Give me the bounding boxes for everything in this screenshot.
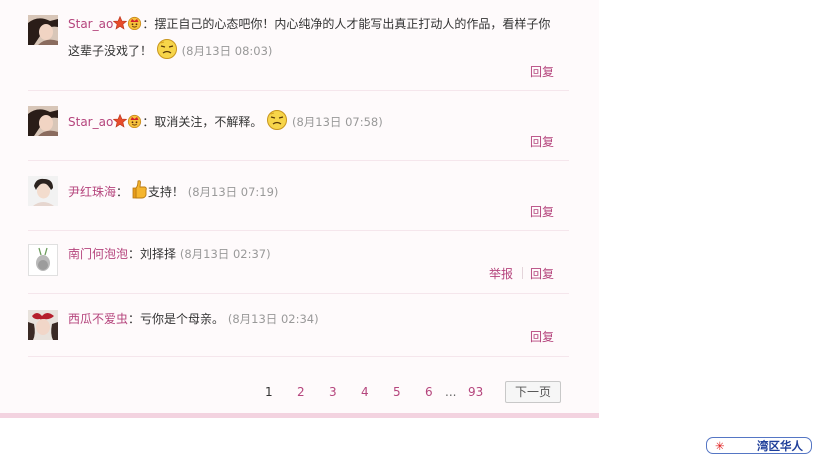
- asterisk-icon: ✳: [715, 439, 725, 453]
- page-link[interactable]: 3: [329, 385, 337, 399]
- comment-text-continued: 这辈子没戏了！: [68, 44, 153, 58]
- page-link[interactable]: 6: [425, 385, 433, 399]
- comment-body: 西瓜不爱虫：亏你是个母亲。 (8月13日 02:34): [68, 307, 558, 331]
- page-link-last[interactable]: 93: [468, 385, 483, 399]
- page-link[interactable]: 2: [297, 385, 305, 399]
- panel-bottom-border: [0, 413, 599, 418]
- reply-link[interactable]: 回复: [530, 265, 554, 282]
- page-link[interactable]: 5: [393, 385, 401, 399]
- star-badge-icon: [113, 14, 128, 38]
- username-link[interactable]: 西瓜不爱虫: [68, 312, 128, 326]
- page-link[interactable]: 4: [361, 385, 369, 399]
- crown-badge-icon: [127, 112, 142, 136]
- comment-time: (8月13日 02:37): [179, 247, 271, 261]
- avatar[interactable]: [28, 310, 58, 340]
- link-divider: [522, 267, 523, 279]
- username-link[interactable]: 南门何泡泡: [68, 247, 128, 261]
- comment-item: 西瓜不爱虫：亏你是个母亲。 (8月13日 02:34) 回复: [28, 308, 569, 357]
- comment-body: Star_ao ：取消关注，不解释。 (8月13日 07:58): [68, 109, 558, 139]
- comment-text: ：亏你是个母亲。: [128, 312, 225, 326]
- comment-text: ：刘择择: [128, 247, 177, 261]
- reply-link[interactable]: 回复: [530, 133, 554, 150]
- comment-item: 尹红珠海： 支持！ (8月13日 07:19) 回复: [28, 174, 569, 231]
- comment-time: (8月13日 02:34): [227, 312, 319, 326]
- comment-body: 尹红珠海： 支持！ (8月13日 07:19): [68, 179, 558, 209]
- pagination-ellipsis: ...: [445, 385, 457, 399]
- crown-badge-icon: [127, 14, 142, 38]
- thumbs-up-icon: [132, 179, 148, 209]
- comment-time: (8月13日 07:58): [291, 115, 383, 129]
- username-link[interactable]: Star_ao: [68, 17, 113, 31]
- pagination: 1 2 3 4 5 6 ... 93 下一页: [0, 379, 599, 405]
- sneer-face-icon: [156, 38, 178, 68]
- avatar[interactable]: [28, 106, 58, 136]
- comment-item: 南门何泡泡：刘择择 (8月13日 02:37) 举报 回复: [28, 244, 569, 294]
- watermark-text: 湾区华人: [757, 439, 803, 453]
- next-page-button[interactable]: 下一页: [505, 381, 561, 403]
- page-link-current: 1: [265, 385, 273, 399]
- avatar[interactable]: [28, 15, 58, 45]
- reply-link[interactable]: 回复: [530, 328, 554, 345]
- comment-body: 南门何泡泡：刘择择 (8月13日 02:37): [68, 242, 558, 266]
- username-link[interactable]: 尹红珠海: [68, 185, 116, 199]
- comment-time: (8月13日 07:19): [187, 185, 279, 199]
- comment-item: Star_ao ：取消关注，不解释。 (8月13日 07:58) 回复: [28, 102, 569, 161]
- username-link[interactable]: Star_ao: [68, 115, 113, 129]
- avatar[interactable]: [28, 244, 58, 276]
- comment-item: Star_ao ：摆正自己的心态吧你！内心纯净的人才能写出真正打动人的作品，看样子…: [28, 12, 569, 91]
- comment-text: ：摆正自己的心态吧你！内心纯净的人才能写出真正打动人的作品，看样子你: [142, 17, 551, 31]
- watermark-logo: ✳ 湾区华人: [706, 437, 812, 454]
- comment-text: 支持！: [147, 185, 184, 199]
- avatar[interactable]: [28, 176, 58, 206]
- reply-link[interactable]: 回复: [530, 63, 554, 80]
- star-badge-icon: [113, 112, 128, 136]
- report-link[interactable]: 举报: [489, 265, 513, 282]
- comment-body: Star_ao ：摆正自己的心态吧你！内心纯净的人才能写出真正打动人的作品，看样子…: [68, 12, 558, 68]
- sneer-face-icon: [266, 109, 288, 139]
- comment-text: ：取消关注，不解释。: [142, 115, 263, 129]
- comment-time: (8月13日 08:03): [181, 44, 273, 58]
- reply-link[interactable]: 回复: [530, 203, 554, 220]
- comment-colon: ：: [116, 185, 129, 199]
